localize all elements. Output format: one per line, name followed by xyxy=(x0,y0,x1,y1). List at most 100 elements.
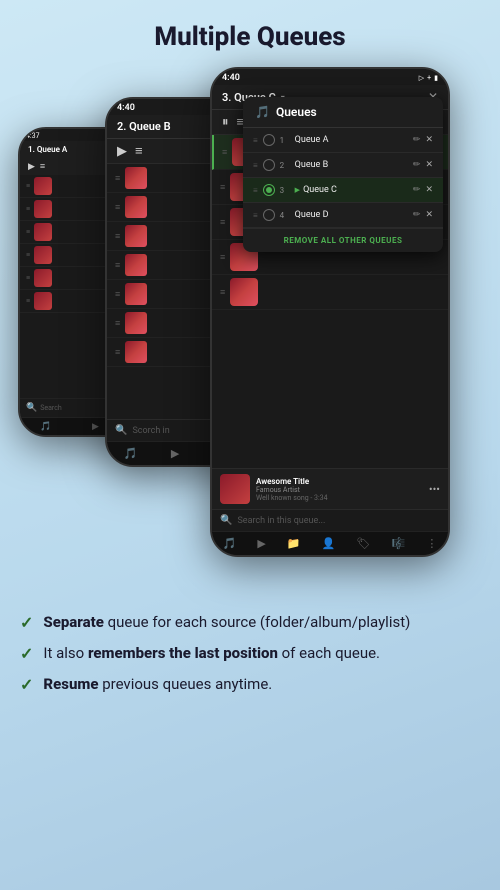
queues-dropdown-header: 🎵 Queues xyxy=(243,97,443,128)
check-icon-2: ✓ xyxy=(20,644,33,663)
queue-radio-1[interactable] xyxy=(263,134,275,146)
drag-handle: ≡ xyxy=(26,251,30,259)
queue-label-3: ▶ Queue C xyxy=(295,185,408,195)
drag-handle: ≡ xyxy=(115,173,120,184)
queue-label-1: Queue A xyxy=(295,135,408,145)
phone-3-play-status: ▷ xyxy=(419,74,424,82)
drag-icon-3: ≡ xyxy=(253,186,258,195)
phone-1-search-icon: 🔍 xyxy=(26,403,37,413)
queues-dropdown: 🎵 Queues ≡ 1 Queue A ✏ ✕ ≡ 2 Queue B ✏ xyxy=(243,97,443,252)
phone-3-nav-person[interactable]: 👤 xyxy=(322,537,336,550)
phone-3-search-icon: 🔍 xyxy=(220,515,232,526)
phone-3-nav-music[interactable]: 🎼 xyxy=(392,537,406,550)
phone-2-sort-icon[interactable]: ≡ xyxy=(135,143,143,159)
phone-1-thumb-2 xyxy=(34,200,52,218)
phone-2-search-placeholder: Scorch in xyxy=(132,426,169,436)
drag-handle: ≡ xyxy=(115,289,120,300)
drag-handle: ≡ xyxy=(220,182,225,193)
queue-radio-4[interactable] xyxy=(263,209,275,221)
queue-num-1: 1 xyxy=(280,136,290,145)
drag-handle: ≡ xyxy=(220,217,225,228)
queue-radio-3[interactable] xyxy=(263,184,275,196)
phone-2-search-icon: 🔍 xyxy=(115,425,127,436)
phone-3-nav-queue[interactable]: 🎵 xyxy=(223,537,237,550)
phone-3-battery: ▮ xyxy=(434,74,438,82)
queue-label-2: Queue B xyxy=(295,160,408,170)
remove-all-button[interactable]: REMOVE ALL OTHER QUEUES xyxy=(243,228,443,252)
edit-icon-4[interactable]: ✏ xyxy=(413,210,421,220)
phone-1-thumb-3 xyxy=(34,223,52,241)
remove-icon-1[interactable]: ✕ xyxy=(425,135,433,145)
queue-radio-2[interactable] xyxy=(263,159,275,171)
check-icon-3: ✓ xyxy=(20,675,33,694)
drag-handle: ≡ xyxy=(115,231,120,242)
drag-handle: ≡ xyxy=(115,347,120,358)
now-playing-info: Awesome Title Famous Artist Well known s… xyxy=(256,477,423,502)
feature-2-bold: remembers the last position xyxy=(88,644,278,662)
phone-3-nav-tag[interactable]: 🏷 xyxy=(357,537,371,550)
phones-container: 4:37 ▷ 1. Queue A ▶ ≡ ▶ ≡ ≡ ≡ xyxy=(0,67,500,597)
edit-icon-1[interactable]: ✏ xyxy=(413,135,421,145)
phone-1-thumb-5 xyxy=(34,269,52,287)
queue-row-3[interactable]: ≡ 3 ▶ Queue C ✏ ✕ xyxy=(243,178,443,203)
phone-3-signal: + xyxy=(427,74,431,82)
phone-3-nav-more[interactable]: ⋮ xyxy=(426,537,437,550)
now-playing-artist: Famous Artist xyxy=(256,486,423,494)
phone-1-nav-queue[interactable]: 🎵 xyxy=(40,422,51,432)
edit-icon-3[interactable]: ✏ xyxy=(413,185,421,195)
feature-text-3: Resume previous queues anytime. xyxy=(43,674,272,695)
phone-1-thumb-4 xyxy=(34,246,52,264)
drag-handle: ≡ xyxy=(26,182,30,190)
phone-2-queue-name: 2. Queue B xyxy=(117,120,171,133)
phone-3-bottom-nav: 🎵 ▶ 📁 👤 🏷 🎼 ⋮ xyxy=(212,531,448,555)
remove-icon-2[interactable]: ✕ xyxy=(425,160,433,170)
feature-3: ✓ Resume previous queues anytime. xyxy=(20,674,470,695)
drag-handle: ≡ xyxy=(26,228,30,236)
drag-icon-2: ≡ xyxy=(253,161,258,170)
queue-row-2[interactable]: ≡ 2 Queue B ✏ ✕ xyxy=(243,153,443,178)
phone-3-pause-icon[interactable]: ⏸ xyxy=(222,115,229,130)
phone-2-play-icon[interactable]: ▶ xyxy=(117,144,127,159)
phone-2-nav-play[interactable]: ▶ xyxy=(171,447,179,460)
queue-label-4: Queue D xyxy=(295,210,408,220)
now-playing-more-icon[interactable]: ••• xyxy=(429,483,440,496)
feature-3-bold: Resume xyxy=(43,675,98,693)
check-icon-1: ✓ xyxy=(20,613,33,632)
queue-row-1[interactable]: ≡ 1 Queue A ✏ ✕ xyxy=(243,128,443,153)
phone-1-sort-ctrl: ≡ xyxy=(40,161,45,172)
now-playing-duration: Well known song - 3:34 xyxy=(256,494,423,502)
phone-1-thumb-1 xyxy=(34,177,52,195)
phone-3-thumb-5 xyxy=(230,278,258,306)
remove-icon-3[interactable]: ✕ xyxy=(425,185,433,195)
phone-1-search-placeholder: Search xyxy=(40,404,62,412)
phone-3-search-bar[interactable]: 🔍 Search in this queue... xyxy=(212,509,448,531)
drag-icon-1: ≡ xyxy=(253,136,258,145)
feature-text-2: It also remembers the last position of e… xyxy=(43,643,380,664)
phone-2-time: 4:40 xyxy=(117,103,135,113)
queue-row-4[interactable]: ≡ 4 Queue D ✏ ✕ xyxy=(243,203,443,228)
drag-handle: ≡ xyxy=(26,274,30,282)
phone-2-thumb-3 xyxy=(125,225,147,247)
phone-3-nav-folder[interactable]: 📁 xyxy=(287,537,301,550)
phone-2-nav-queue[interactable]: 🎵 xyxy=(124,447,138,460)
edit-icon-2[interactable]: ✏ xyxy=(413,160,421,170)
phone-2-thumb-6 xyxy=(125,312,147,334)
drag-handle: ≡ xyxy=(220,287,225,298)
phone-2-thumb-2 xyxy=(125,196,147,218)
now-playing-title: Awesome Title xyxy=(256,477,423,486)
phone-2-thumb-5 xyxy=(125,283,147,305)
queues-dropdown-title: Queues xyxy=(276,105,317,119)
phone-3-screen: 4:40 ▷ + ▮ 3. Queue C ▾ ✕ ⏸ ≡ 3/8 💾 xyxy=(212,69,448,555)
now-playing-bar: Awesome Title Famous Artist Well known s… xyxy=(212,468,448,509)
phone-1-time: 4:37 xyxy=(26,132,40,140)
drag-handle: ≡ xyxy=(220,252,225,263)
phone-1-nav-play[interactable]: ▶ xyxy=(92,422,99,432)
phone-3-nav-play[interactable]: ▶ xyxy=(257,537,265,550)
phone-2-thumb-4 xyxy=(125,254,147,276)
features-section: ✓ Separate queue for each source (folder… xyxy=(0,597,500,715)
remove-icon-4[interactable]: ✕ xyxy=(425,210,433,220)
feature-2: ✓ It also remembers the last position of… xyxy=(20,643,470,664)
drag-handle: ≡ xyxy=(115,318,120,329)
phone-3-track-5: ≡ xyxy=(212,275,448,310)
feature-1: ✓ Separate queue for each source (folder… xyxy=(20,612,470,633)
